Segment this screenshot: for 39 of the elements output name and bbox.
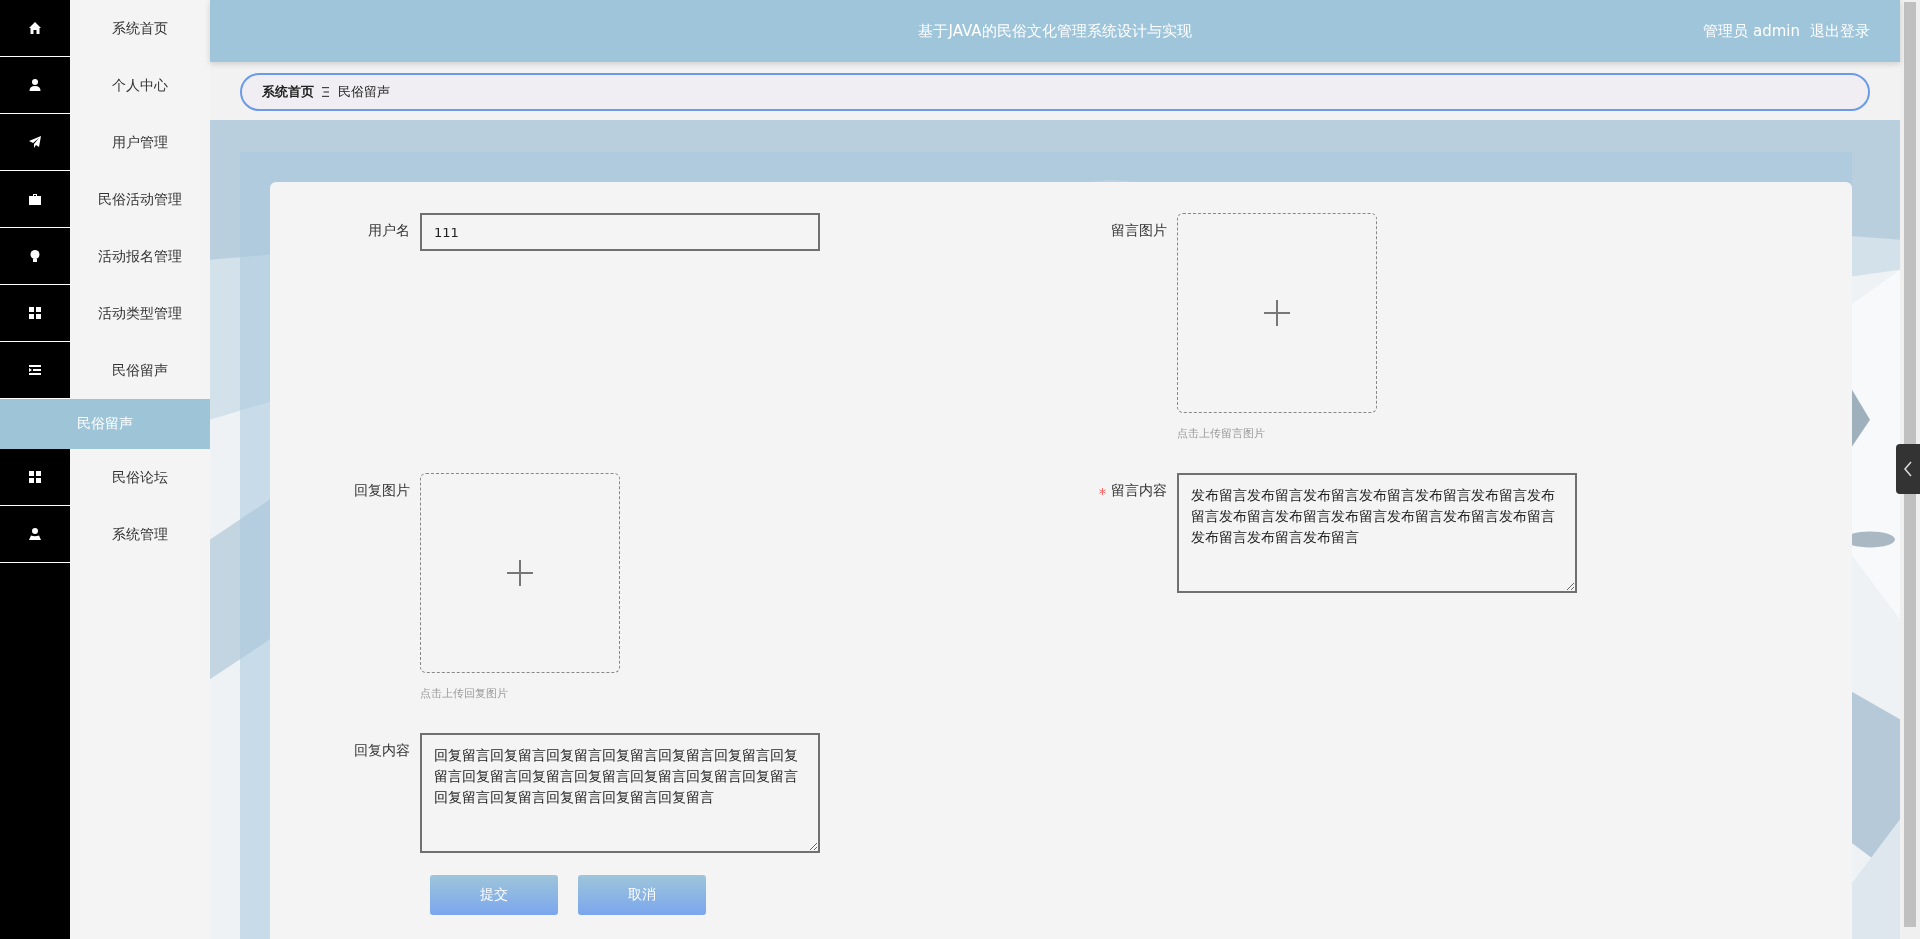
home-icon — [28, 21, 42, 35]
scrollbar-thumb[interactable] — [1904, 2, 1916, 927]
user-icon — [28, 78, 42, 92]
side-panel-toggle[interactable] — [1896, 444, 1920, 494]
list-icon — [28, 363, 42, 377]
user-label: 管理员 admin — [1703, 21, 1800, 41]
sidebar-item[interactable]: 用户管理 — [70, 114, 210, 171]
separator-icon — [322, 87, 330, 97]
plus-icon — [507, 560, 533, 586]
sidebar-item[interactable]: 活动类型管理 — [70, 285, 210, 342]
sidebar-item[interactable]: 民俗活动管理 — [70, 171, 210, 228]
field-label: 回复内容 — [354, 742, 410, 760]
paper-plane-icon — [28, 135, 42, 149]
plus-icon — [1264, 300, 1290, 326]
field-label: 留言图片 — [1111, 222, 1167, 240]
chevron-left-icon — [1903, 461, 1913, 477]
upload-hint: 点击上传回复图片 — [420, 686, 509, 702]
text-area[interactable]: 回复留言回复留言回复留言回复留言回复留言回复留言回复留言回复留言回复留言回复留言回复留言回复留言回复留言回复留言回复留言回复留言回复留言回复留言 — [420, 733, 820, 853]
breadcrumb-link[interactable]: 系统首页 — [262, 83, 314, 101]
grid-icon — [28, 306, 42, 320]
breadcrumb-current: 民俗留声 — [338, 83, 390, 101]
grid-icon — [28, 470, 42, 484]
upload-hint: 点击上传留言图片 — [1177, 426, 1266, 442]
sidebar-item[interactable]: 系统首页 — [70, 0, 210, 57]
input-field[interactable]: 111 — [420, 213, 820, 251]
field-label: 回复图片 — [354, 482, 410, 500]
field-label: 留言内容 — [1111, 482, 1167, 500]
lightbulb-icon — [28, 249, 42, 263]
sidebar-item[interactable]: 活动报名管理 — [70, 228, 210, 285]
app-title: 基于JAVA的民俗文化管理系统设计与实现 — [918, 21, 1192, 41]
text-area[interactable]: 发布留言发布留言发布留言发布留言发布留言发布留言发布留言发布留言发布留言发布留言发布留言发布留言发布留言发布留言发布留言发布留言 — [1177, 473, 1577, 593]
briefcase-icon — [28, 192, 42, 206]
sidebar-item[interactable]: 个人中心 — [70, 57, 210, 114]
sidebar-item[interactable]: 民俗论坛 — [70, 449, 210, 506]
sidebar-item[interactable]: 民俗留声 — [70, 342, 210, 399]
sidebar-item[interactable]: 系统管理 — [70, 506, 210, 563]
user-icon — [28, 527, 42, 541]
field-label: 用户名 — [368, 222, 410, 240]
scrollbar[interactable] — [1900, 0, 1920, 939]
